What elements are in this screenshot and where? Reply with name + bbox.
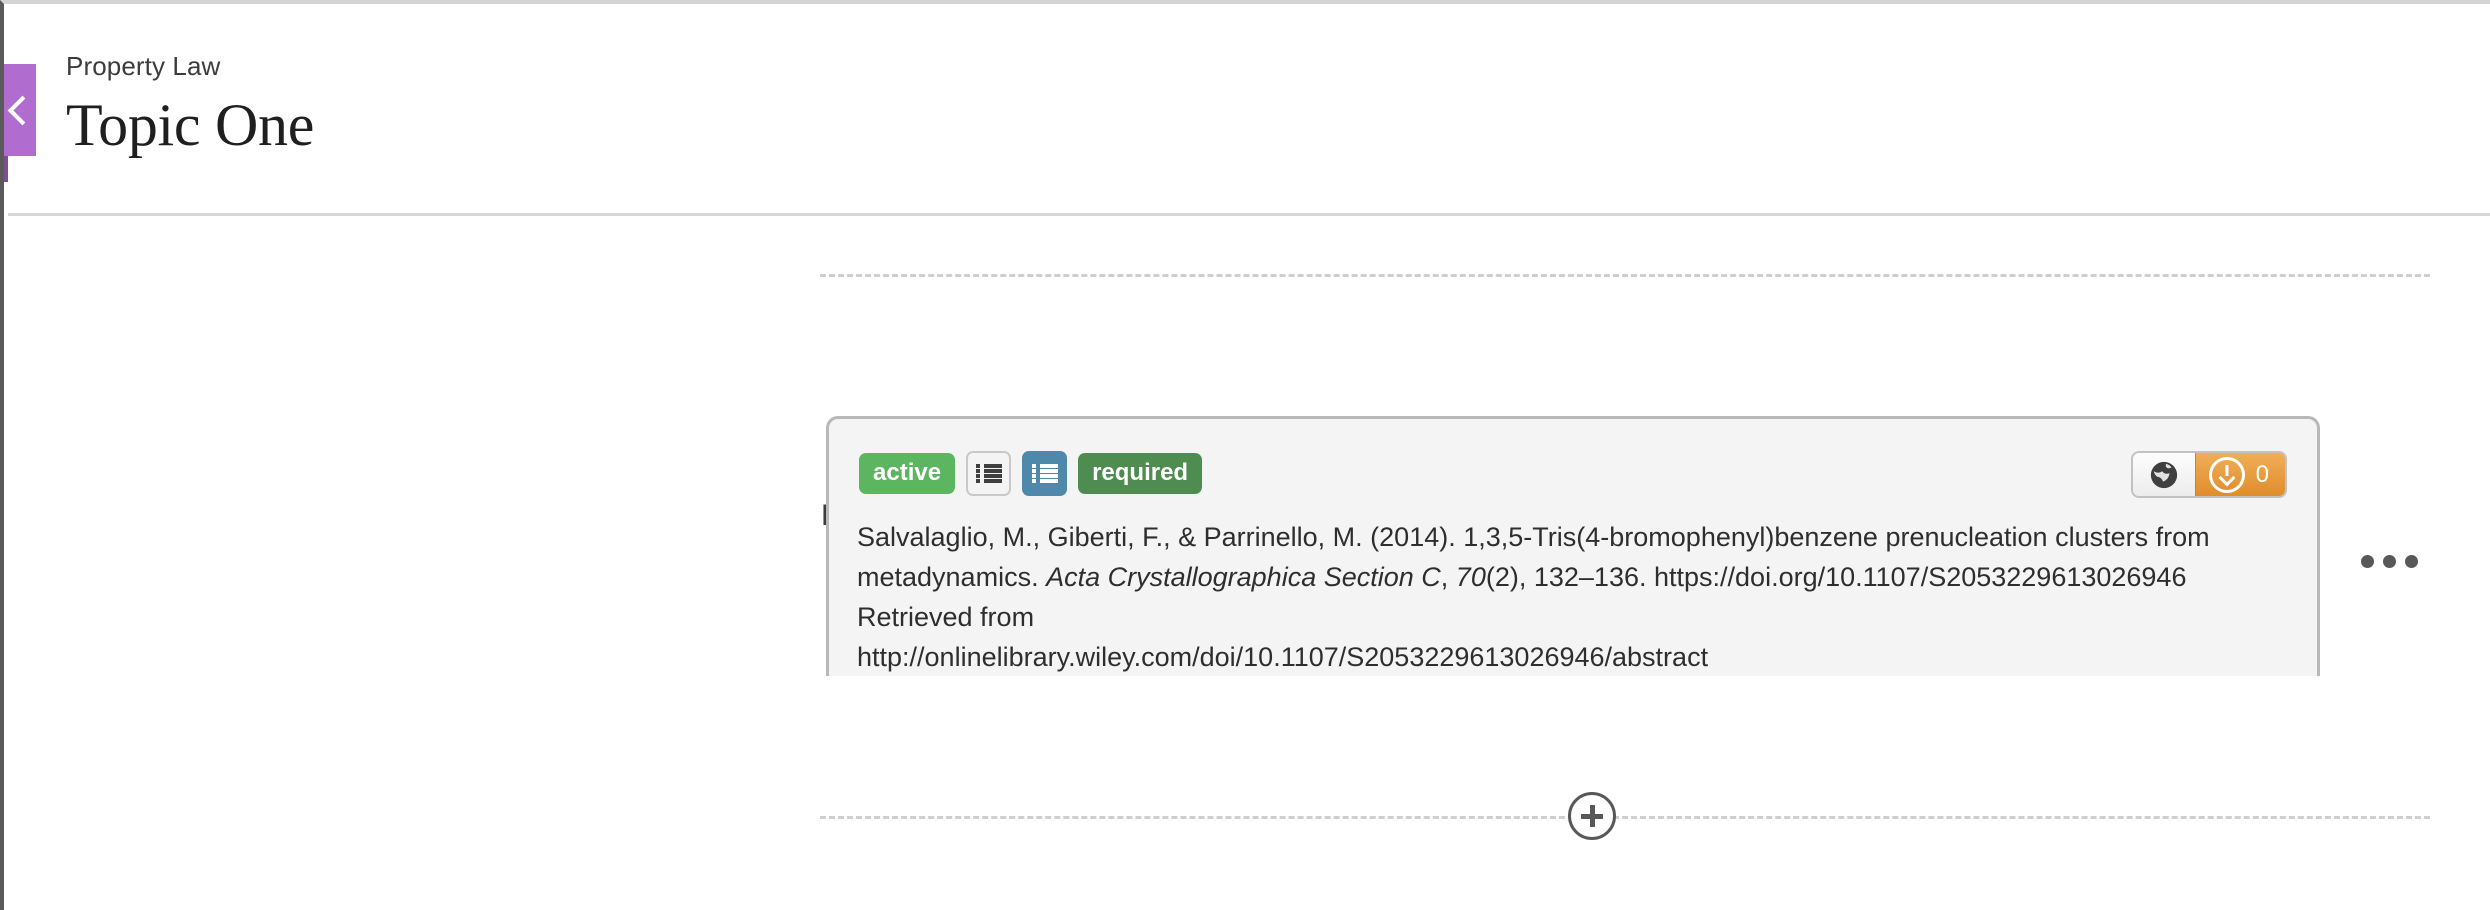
- plus-circle-icon[interactable]: [1568, 792, 1616, 840]
- content-area: Please read the following resources. act…: [8, 216, 2490, 910]
- resource-card[interactable]: active required 0 Salvalaglio, M., Giber…: [826, 416, 2320, 676]
- page-title: Topic One: [66, 92, 315, 158]
- globe-icon[interactable]: [2132, 453, 2195, 496]
- resource-action-group: 0: [2130, 451, 2287, 498]
- kebab-dot: [2361, 555, 2374, 568]
- citation-doi: https://doi.org/10.1107/S205322961302694…: [1654, 562, 2187, 592]
- sidebar-collapse-tab[interactable]: [4, 64, 38, 156]
- plus-vertical-bar: [1589, 805, 1595, 827]
- list-glyph: [975, 463, 1002, 484]
- citation-pages: 132–136.: [1533, 562, 1647, 592]
- citation-retrieved-label: Retrieved from: [857, 602, 1035, 632]
- kebab-dot: [2383, 555, 2396, 568]
- kebab-dot: [2405, 555, 2418, 568]
- page-header: Property Law Topic One: [8, 8, 2490, 216]
- divider-top: [820, 274, 2430, 277]
- citation-url[interactable]: http://onlinelibrary.wiley.com/doi/10.11…: [857, 637, 2289, 676]
- list-view-icon[interactable]: [966, 451, 1012, 496]
- ellipsis-horizontal-icon[interactable]: [2355, 549, 2424, 574]
- badge-row: active required: [859, 451, 1203, 496]
- breadcrumb[interactable]: Property Law: [66, 51, 220, 82]
- status-badge: active: [859, 453, 956, 494]
- download-button[interactable]: 0: [2194, 453, 2285, 496]
- citation-text: Salvalaglio, M., Giberti, F., & Parrinel…: [857, 517, 2289, 676]
- requirement-badge: required: [1078, 453, 1203, 494]
- citation-authors-year: Salvalaglio, M., Giberti, F., & Parrinel…: [857, 522, 1456, 552]
- citation-volume: 70: [1455, 562, 1486, 592]
- list-items-icon[interactable]: [1022, 451, 1068, 496]
- download-count: 0: [2255, 460, 2269, 488]
- rail-accent-marker: [4, 156, 8, 182]
- divider-bottom: [820, 816, 2430, 819]
- citation-issue: (2): [1485, 562, 1519, 592]
- download-circle-icon: [2208, 456, 2245, 493]
- citation-journal: Acta Crystallographica Section C: [1046, 562, 1441, 592]
- application-frame: Property Law Topic One Please read the f…: [0, 0, 2490, 910]
- chevron-left-icon: [7, 95, 38, 125]
- list-glyph: [1031, 463, 1058, 484]
